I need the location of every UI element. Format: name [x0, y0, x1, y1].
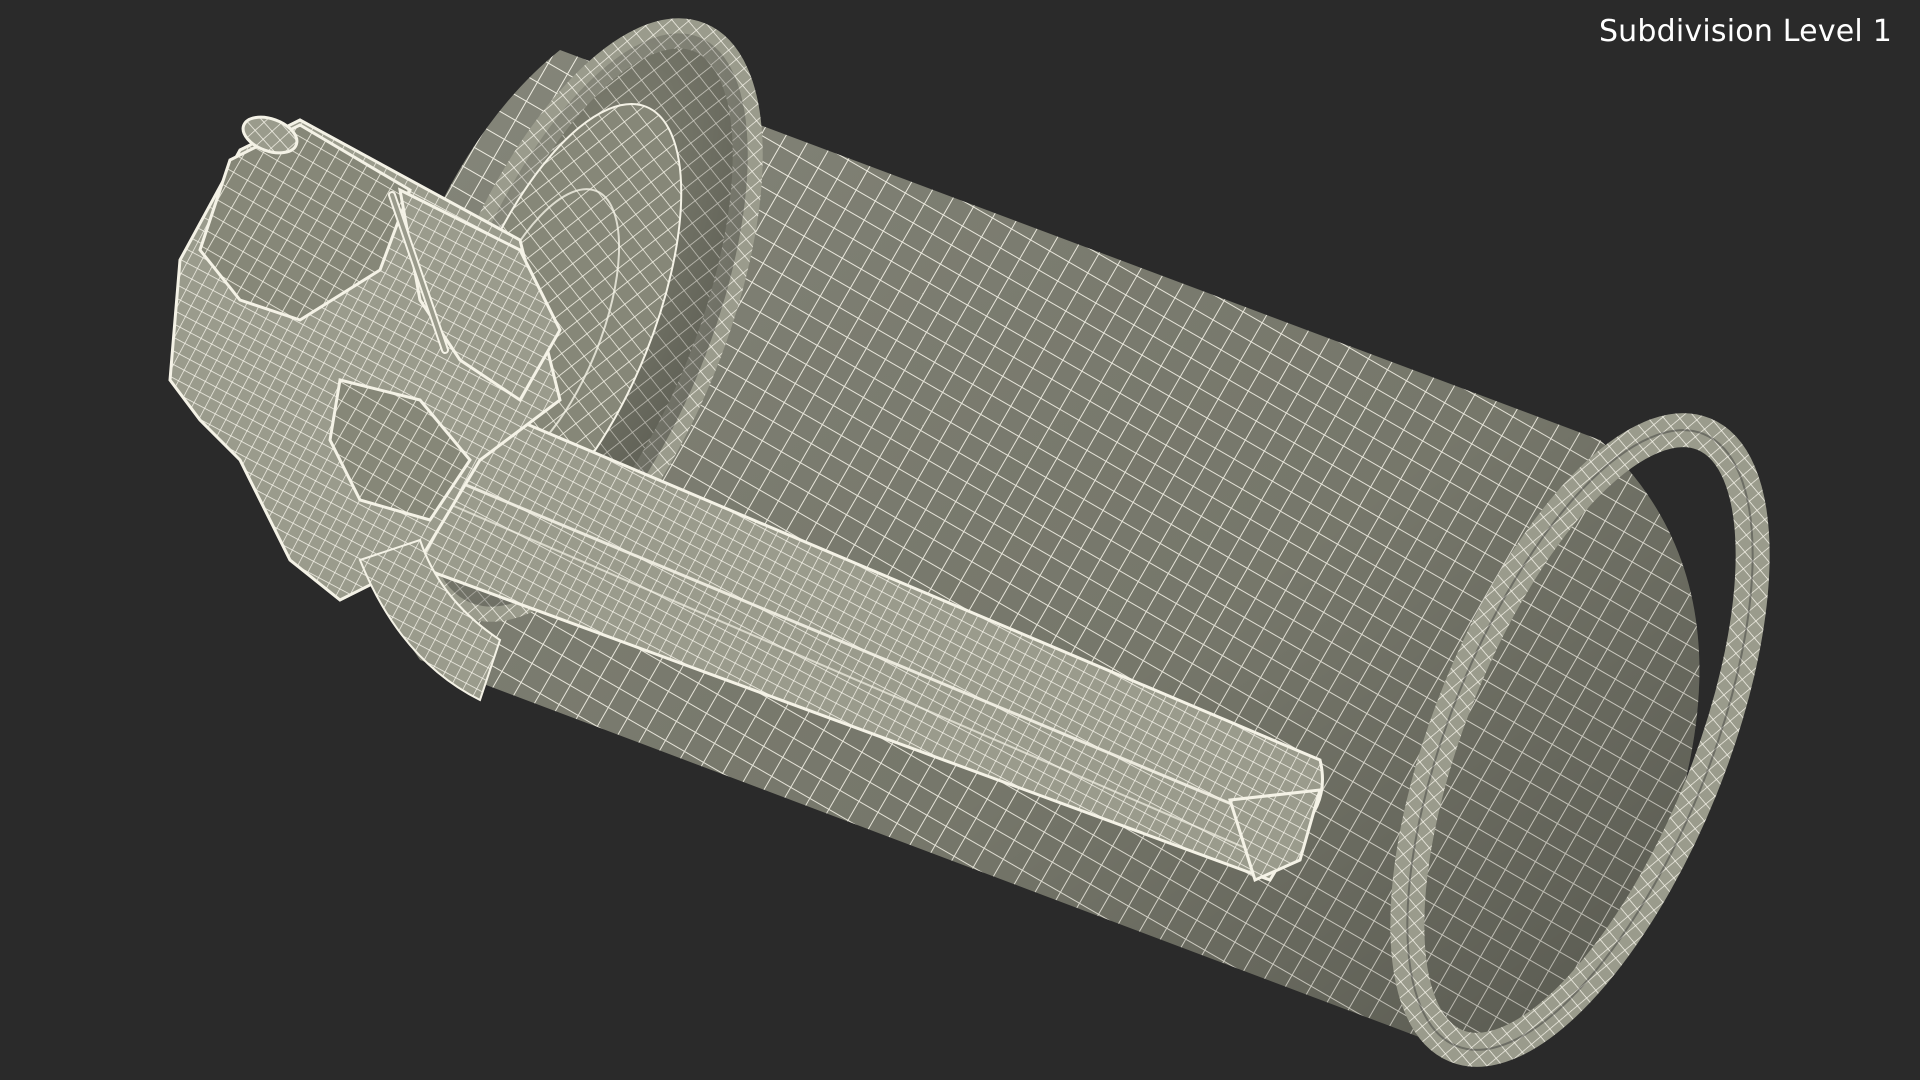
3d-viewport[interactable]: Subdivision Level 1: [0, 0, 1920, 1080]
grenade-wireframe-render: [168, 18, 1770, 1067]
